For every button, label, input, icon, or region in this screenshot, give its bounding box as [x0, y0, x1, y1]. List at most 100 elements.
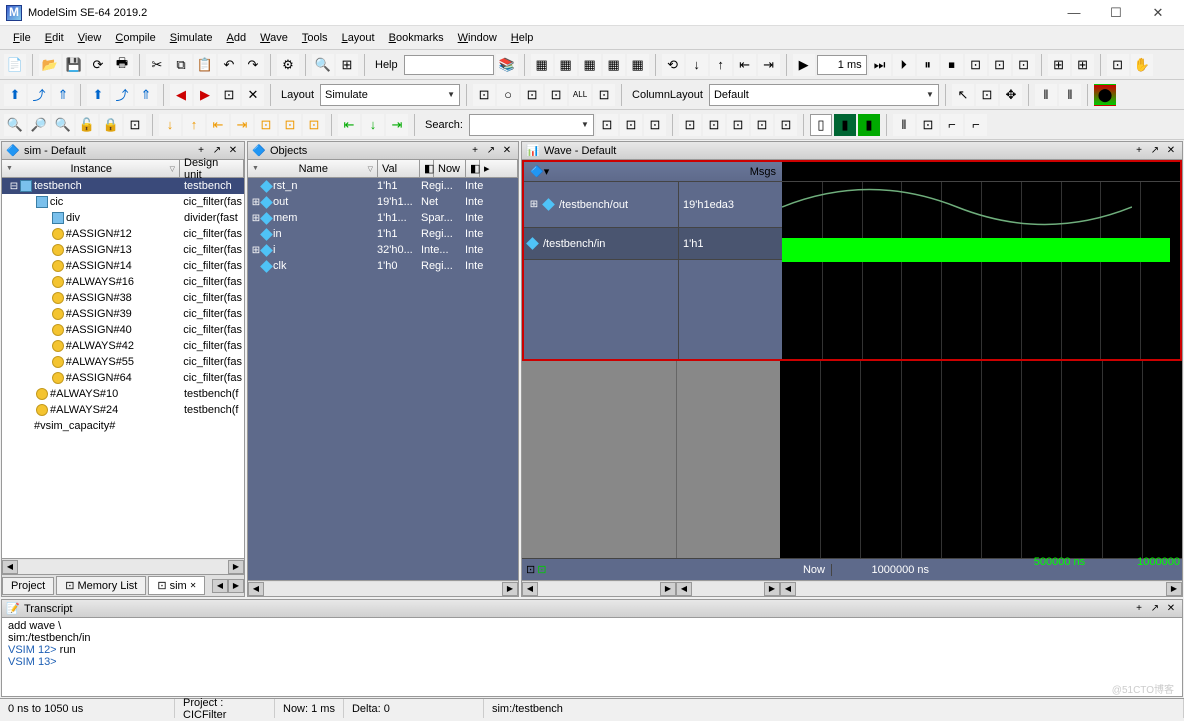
sim-tree-row[interactable]: #ASSIGN#14cic_filter(fas: [2, 258, 244, 274]
zoom-out-icon[interactable]: 🔎: [28, 114, 50, 136]
obj-hscroll[interactable]: ◀▶: [248, 580, 518, 596]
object-row[interactable]: rst_n1'h1Regi...Inte: [248, 178, 518, 194]
sim-icon-5[interactable]: ▦: [627, 54, 649, 76]
wave-graph[interactable]: [782, 182, 1180, 359]
col-filter-1[interactable]: ◧: [420, 160, 434, 177]
tb-icon-f[interactable]: ⊡: [1107, 54, 1129, 76]
transcript-body[interactable]: add wave \sim:/testbench/inVSIM 12> runV…: [2, 618, 1182, 696]
col-instance[interactable]: ▼Instance▽: [2, 160, 180, 177]
col-filter-3[interactable]: ▸: [480, 160, 518, 177]
panel-add-button[interactable]: +: [194, 144, 208, 158]
col-designunit[interactable]: Design unit: [180, 160, 244, 177]
run-icon[interactable]: ▶: [793, 54, 815, 76]
stop-icon[interactable]: ⏹: [941, 54, 963, 76]
sim-tree-row[interactable]: ⊞divdivider(fast: [2, 210, 244, 226]
zoom-icon-4[interactable]: 🔓: [76, 114, 98, 136]
view-icon-4[interactable]: ⊡: [545, 84, 567, 106]
run-all-icon[interactable]: ⏭: [869, 54, 891, 76]
cursor-next-icon[interactable]: ▶: [194, 84, 216, 106]
wave-style-1[interactable]: ▯: [810, 114, 832, 136]
cursor-icon[interactable]: ↖: [952, 84, 974, 106]
grp-icon-3[interactable]: ⊡: [727, 114, 749, 136]
restart-icon[interactable]: ⟲: [662, 54, 684, 76]
tab-scroll-right[interactable]: ▶: [228, 579, 244, 593]
edge-icon-3[interactable]: ⇥: [386, 114, 408, 136]
zoom-icon-5[interactable]: 🔒: [100, 114, 122, 136]
bar-icon-1[interactable]: ‖: [1035, 84, 1057, 106]
run-cont-icon[interactable]: ⏵: [893, 54, 915, 76]
tab-memory-list[interactable]: ⊡Memory List: [56, 576, 146, 595]
object-row[interactable]: in1'h1Regi...Inte: [248, 226, 518, 242]
jump-icon-4[interactable]: ⇥: [231, 114, 253, 136]
panel-close-button[interactable]: ✕: [500, 144, 514, 158]
step-fwd-icon[interactable]: ⇥: [758, 54, 780, 76]
sim-icon-4[interactable]: ▦: [603, 54, 625, 76]
menu-bookmarks[interactable]: Bookmarks: [382, 30, 451, 46]
view-all-icon[interactable]: ALL: [569, 84, 591, 106]
tab-project[interactable]: Project: [2, 577, 54, 595]
col-value[interactable]: Val: [378, 160, 420, 177]
toggle-icon-2[interactable]: ✕: [242, 84, 264, 106]
print-icon[interactable]: 🖶: [111, 54, 133, 76]
compile-icon[interactable]: ⚙: [277, 54, 299, 76]
select-icon[interactable]: ⊡: [976, 84, 998, 106]
nav-up-icon[interactable]: ⬆: [4, 84, 26, 106]
object-row[interactable]: ⊞i32'h0...Inte...Inte: [248, 242, 518, 258]
jump-icon-2[interactable]: ↑: [183, 114, 205, 136]
menu-compile[interactable]: Compile: [108, 30, 162, 46]
panel-add-button[interactable]: +: [1132, 144, 1146, 158]
open-icon[interactable]: 📂: [39, 54, 61, 76]
wave-graph-hscroll[interactable]: ◀▶: [780, 580, 1182, 596]
sim-tree-row[interactable]: #ASSIGN#40cic_filter(fas: [2, 322, 244, 338]
wave-signal-name[interactable]: /testbench/in: [524, 228, 678, 260]
menu-window[interactable]: Window: [451, 30, 504, 46]
nav-home-icon[interactable]: ⤴: [28, 84, 50, 106]
grp-icon-5[interactable]: ⊡: [775, 114, 797, 136]
cut-icon[interactable]: ✂: [146, 54, 168, 76]
run-down-icon[interactable]: ↓: [686, 54, 708, 76]
panel-add-button[interactable]: +: [468, 144, 482, 158]
jump-icon-7[interactable]: ⊡: [303, 114, 325, 136]
panel-close-button[interactable]: ✕: [1164, 144, 1178, 158]
col-filter-2[interactable]: ◧: [466, 160, 480, 177]
undo-icon[interactable]: ↶: [218, 54, 240, 76]
tb-icon-e[interactable]: ⊞: [1072, 54, 1094, 76]
edge-icon-1[interactable]: ⇤: [338, 114, 360, 136]
maximize-button[interactable]: ☐: [1102, 3, 1130, 23]
sim-hscroll[interactable]: ◀▶: [2, 558, 244, 574]
zoom-full-icon[interactable]: 🔍: [52, 114, 74, 136]
hand-icon[interactable]: ✋: [1131, 54, 1153, 76]
close-button[interactable]: ✕: [1144, 3, 1172, 23]
find-icon[interactable]: 🔍: [312, 54, 334, 76]
grp-icon-4[interactable]: ⊡: [751, 114, 773, 136]
search-opt-icon[interactable]: ⊡: [644, 114, 666, 136]
reload-icon[interactable]: ⟳: [87, 54, 109, 76]
view-icon-2[interactable]: ○: [497, 84, 519, 106]
menu-wave[interactable]: Wave: [253, 30, 295, 46]
sim-tree-row[interactable]: #ASSIGN#64cic_filter(fas: [2, 370, 244, 386]
columnlayout-dropdown[interactable]: Default: [709, 84, 939, 106]
tab-scroll-left[interactable]: ◀: [212, 579, 228, 593]
menu-view[interactable]: View: [71, 30, 109, 46]
redo-icon[interactable]: ↷: [242, 54, 264, 76]
menu-tools[interactable]: Tools: [295, 30, 335, 46]
panel-undock-button[interactable]: ↗: [1148, 144, 1162, 158]
tb-icon-b[interactable]: ⊡: [989, 54, 1011, 76]
sim-tree-row[interactable]: #ALWAYS#10testbench(f: [2, 386, 244, 402]
search-dropdown[interactable]: [469, 114, 594, 136]
break-icon[interactable]: ⏸: [917, 54, 939, 76]
wave-style-4[interactable]: ‖: [893, 114, 915, 136]
help-input[interactable]: [404, 55, 494, 75]
wave-style-3[interactable]: ▮: [858, 114, 880, 136]
cursor-prev-icon[interactable]: ◀: [170, 84, 192, 106]
minimize-button[interactable]: —: [1060, 3, 1088, 23]
nav-top-icon[interactable]: ⇑: [52, 84, 74, 106]
sim-tree-row[interactable]: #ASSIGN#38cic_filter(fas: [2, 290, 244, 306]
menu-simulate[interactable]: Simulate: [163, 30, 220, 46]
traffic-icon[interactable]: ⬤: [1094, 84, 1116, 106]
save-icon[interactable]: 💾: [63, 54, 85, 76]
wave-style-5[interactable]: ⊡: [917, 114, 939, 136]
bar-icon-2[interactable]: ‖: [1059, 84, 1081, 106]
options-icon[interactable]: ⊞: [336, 54, 358, 76]
object-row[interactable]: clk1'h0Regi...Inte: [248, 258, 518, 274]
